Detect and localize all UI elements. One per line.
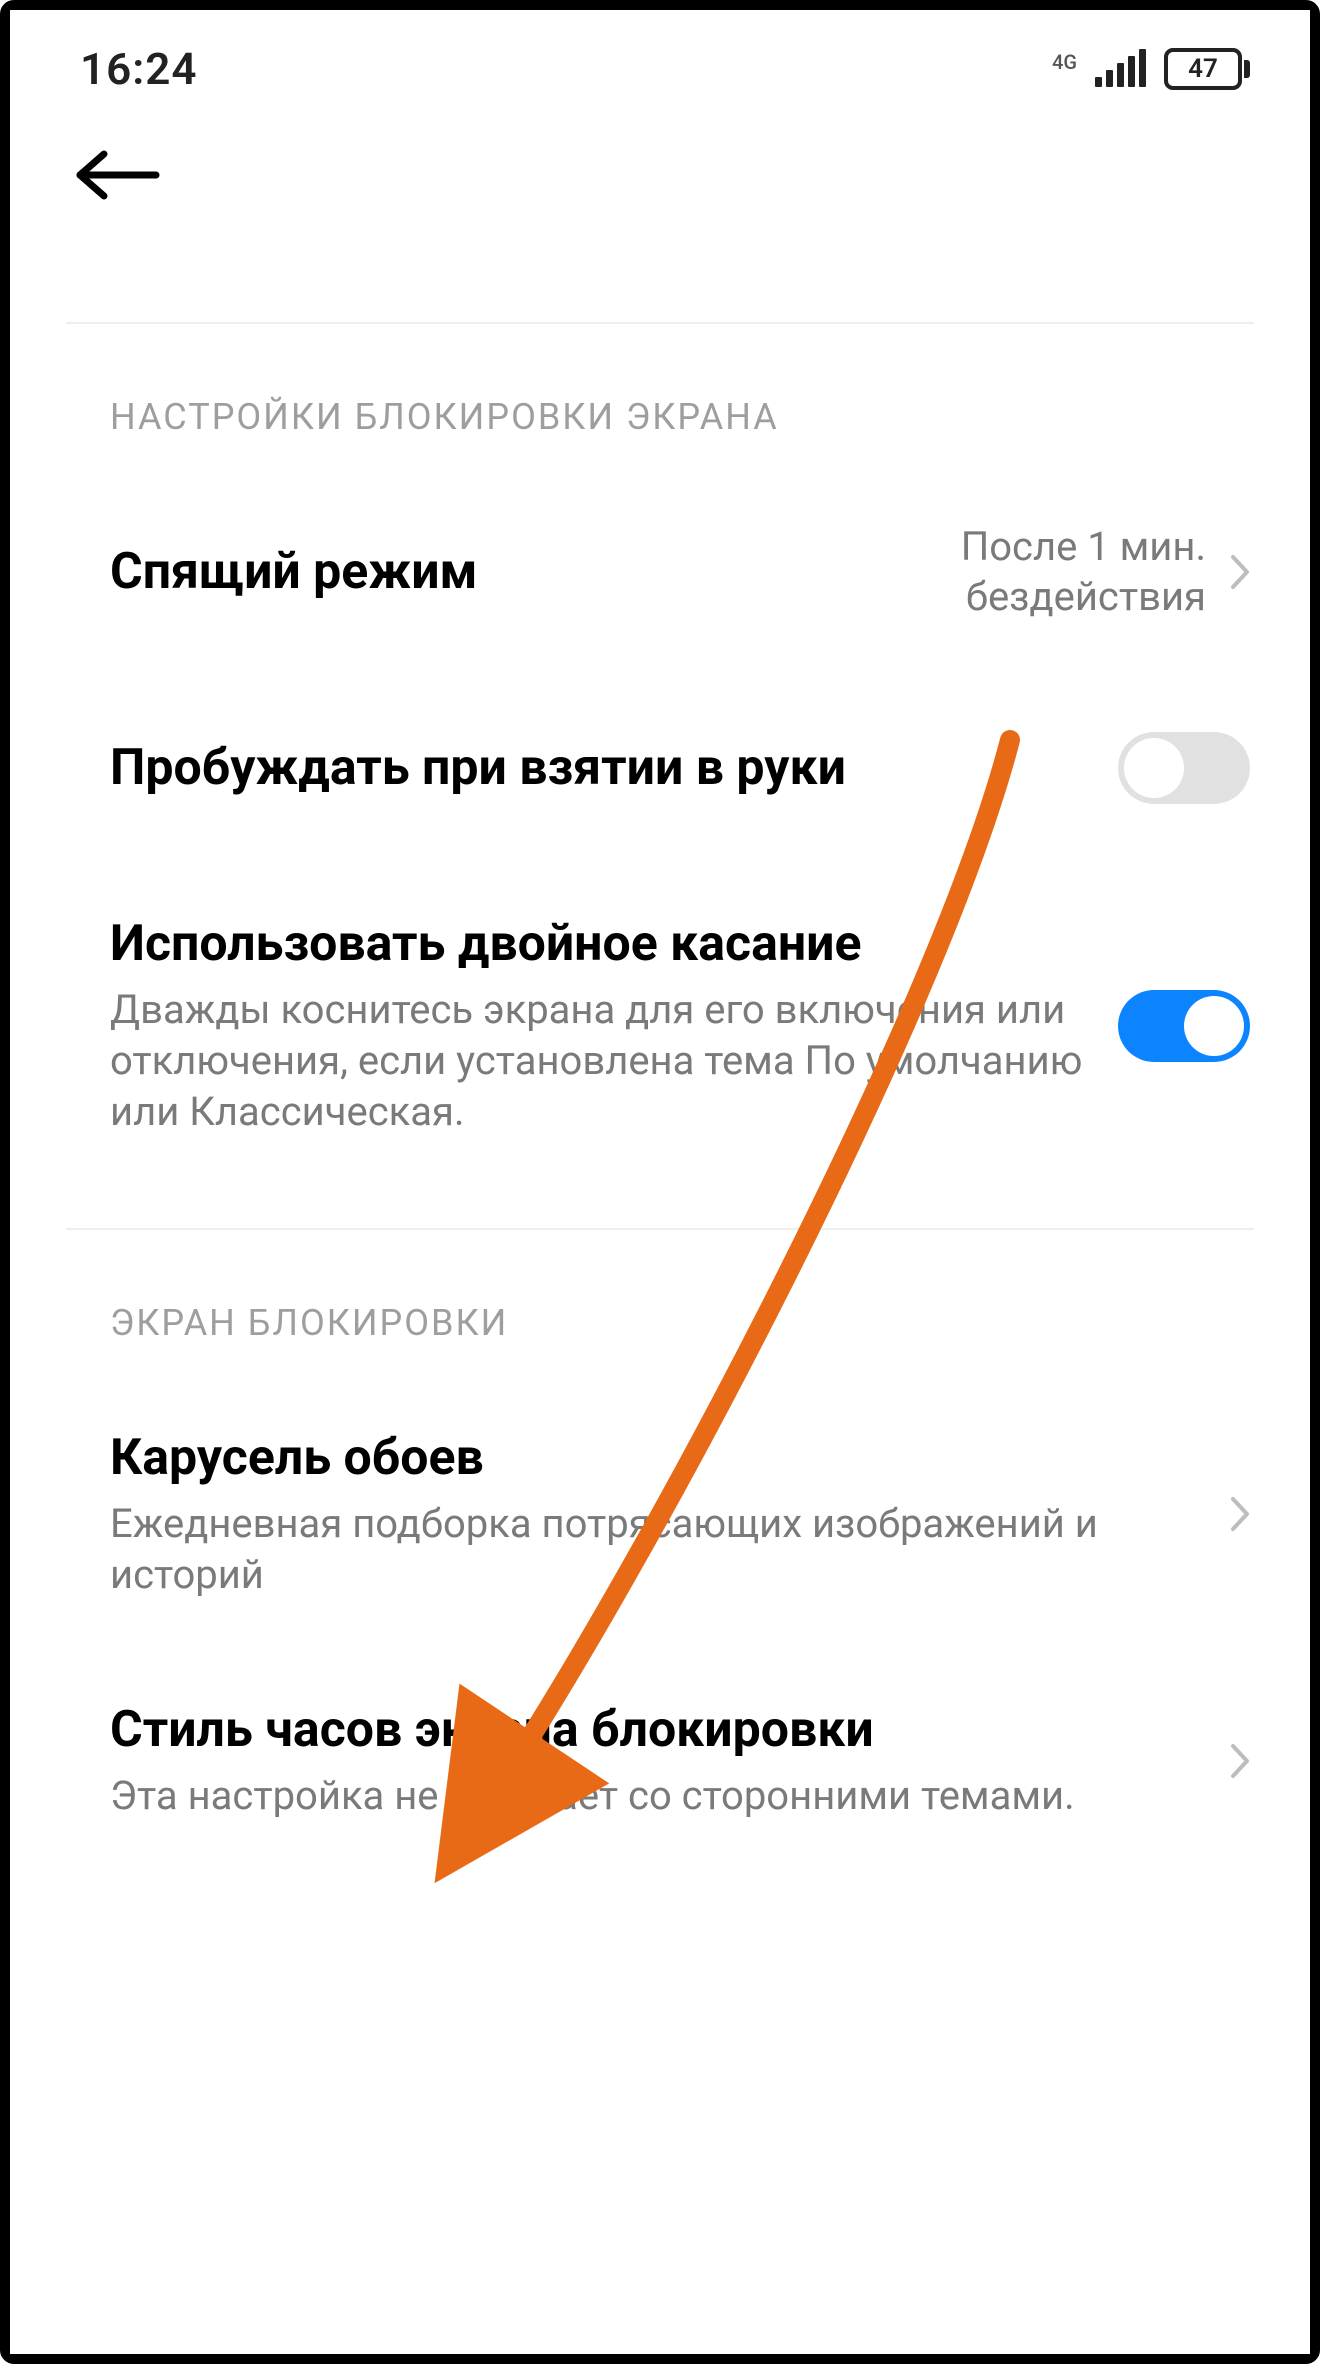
row-wallpaper-carousel[interactable]: Карусель обоев Ежедневная подборка потря…	[10, 1428, 1310, 1600]
lock-clock-style-subtitle: Эта настройка не работает со сторонними …	[110, 1770, 1200, 1821]
row-lock-clock-style[interactable]: Стиль часов экрана блокировки Эта настро…	[10, 1700, 1310, 1821]
chevron-right-icon	[1230, 1743, 1250, 1779]
raise-to-wake-toggle[interactable]	[1118, 732, 1250, 804]
sleep-mode-title: Спящий режим	[110, 542, 931, 602]
raise-to-wake-title: Пробуждать при взятии в руки	[110, 738, 1088, 798]
section-header-lock-screen: ЭКРАН БЛОКИРОВКИ	[10, 1230, 1310, 1344]
section-header-lock-settings: НАСТРОЙКИ БЛОКИРОВКИ ЭКРАНА	[10, 324, 1310, 438]
row-raise-to-wake[interactable]: Пробуждать при взятии в руки	[10, 718, 1310, 818]
lock-clock-style-title: Стиль часов экрана блокировки	[110, 1700, 1200, 1760]
status-time: 16:24	[80, 43, 198, 95]
battery-percent: 47	[1188, 54, 1218, 84]
double-tap-toggle[interactable]	[1118, 990, 1250, 1062]
status-indicators: 4G 47	[1052, 48, 1250, 90]
row-double-tap[interactable]: Использовать двойное касание Дважды косн…	[10, 914, 1310, 1138]
wallpaper-carousel-title: Карусель обоев	[110, 1428, 1200, 1488]
chevron-right-icon	[1230, 554, 1250, 590]
signal-strength-icon	[1095, 51, 1146, 87]
status-bar: 16:24 4G 47	[10, 10, 1310, 100]
row-sleep-mode[interactable]: Спящий режим После 1 мин. бездействия	[10, 522, 1310, 622]
double-tap-subtitle: Дважды коснитесь экрана для его включени…	[110, 984, 1088, 1138]
wallpaper-carousel-subtitle: Ежедневная подборка потрясающих изображе…	[110, 1498, 1200, 1600]
chevron-right-icon	[1230, 1496, 1250, 1532]
sleep-mode-value: После 1 мин. бездействия	[961, 522, 1206, 622]
battery-indicator: 47	[1164, 48, 1250, 90]
double-tap-title: Использовать двойное касание	[110, 914, 1088, 974]
back-button[interactable]	[74, 148, 1310, 202]
network-type-label: 4G	[1052, 50, 1077, 74]
